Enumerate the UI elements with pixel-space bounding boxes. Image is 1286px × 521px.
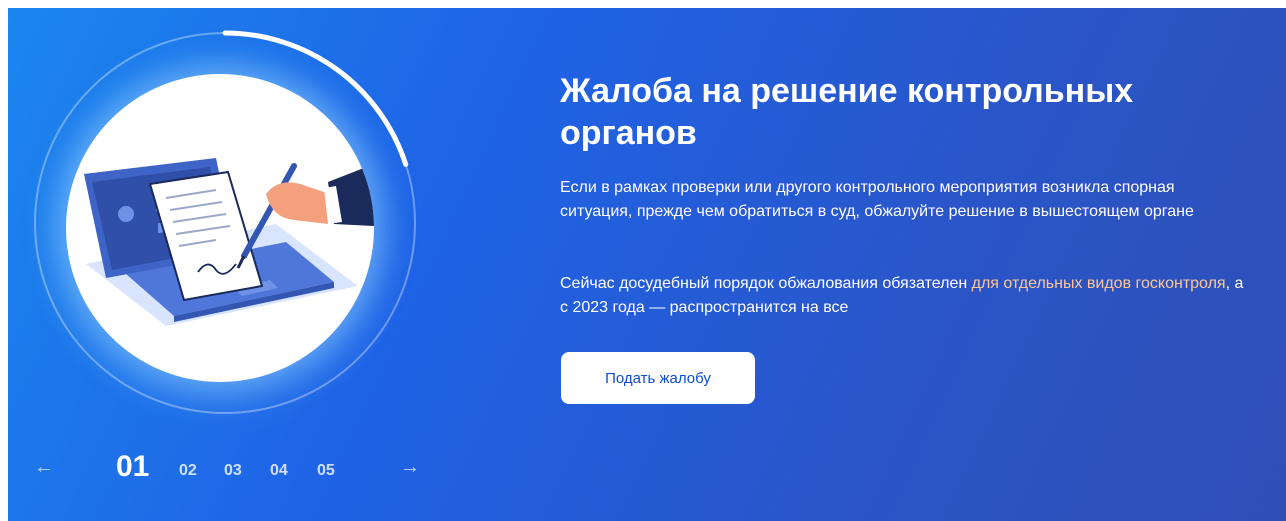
control-types-link[interactable]: для отдельных видов госконтроля (972, 275, 1226, 292)
promo-banner: Жалоба на решение контрольных органов Ес… (8, 8, 1286, 521)
slide-title: Жалоба на решение контрольных органов (560, 72, 1134, 152)
pager-item-04[interactable]: 04 (270, 462, 288, 480)
slide-description: Если в рамках проверки или другого контр… (560, 179, 1194, 220)
pager-item-01[interactable]: 01 (116, 450, 149, 484)
slide-note-text: Сейчас досудебный порядок обжалования об… (560, 275, 972, 292)
pager-item-05[interactable]: 05 (317, 462, 335, 480)
pager-item-03[interactable]: 03 (224, 462, 242, 480)
illustration (66, 74, 374, 382)
submit-complaint-button[interactable]: Подать жалобу (561, 352, 755, 404)
slide-note: Сейчас досудебный порядок обжалования об… (560, 272, 1250, 320)
slide-pager: ← 01 02 03 04 05 → (8, 448, 438, 492)
arrow-right-icon[interactable]: → (400, 456, 420, 479)
pager-item-02[interactable]: 02 (179, 462, 197, 480)
arrow-left-icon[interactable]: ← (34, 456, 54, 479)
